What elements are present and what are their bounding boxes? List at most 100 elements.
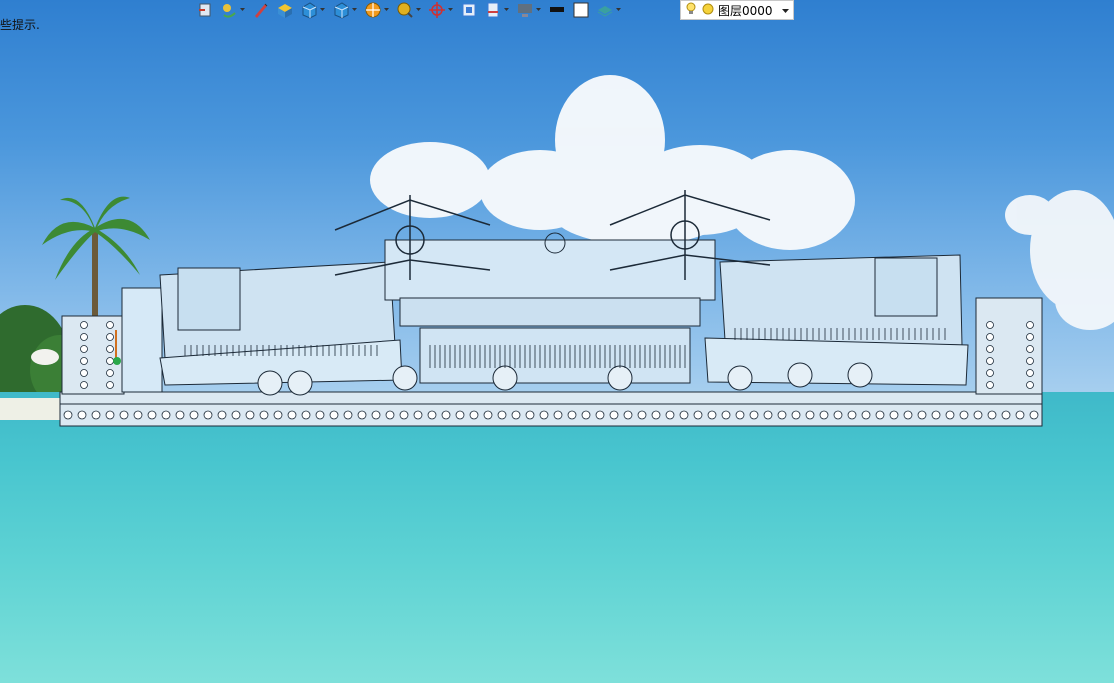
rivet [231, 410, 241, 420]
rivet [987, 410, 997, 420]
black-rect-button[interactable] [548, 1, 566, 19]
rivet [889, 410, 899, 420]
rivet [371, 410, 381, 420]
display-button[interactable] [516, 1, 542, 19]
chevron-down-icon[interactable] [503, 1, 510, 19]
rivet [133, 410, 143, 420]
black-rect-icon [548, 1, 566, 19]
orbit-button[interactable] [220, 1, 246, 19]
rivet [986, 345, 994, 353]
rivet [1026, 369, 1034, 377]
chevron-down-icon[interactable] [447, 1, 454, 19]
rivet [343, 410, 353, 420]
rivet [945, 410, 955, 420]
chevron-down-icon[interactable] [615, 1, 622, 19]
rivet [80, 357, 88, 365]
rivet [63, 410, 73, 420]
rivet [245, 410, 255, 420]
undo-view-button[interactable] [196, 1, 214, 19]
chevron-down-icon[interactable] [535, 1, 542, 19]
view-frame-icon [460, 1, 478, 19]
rivet [427, 410, 437, 420]
rivet [986, 321, 994, 329]
rivet [287, 410, 297, 420]
white-rect-button[interactable] [572, 1, 590, 19]
orbit-icon [220, 1, 238, 19]
rivet [511, 410, 521, 420]
chevron-down-icon[interactable] [415, 1, 422, 19]
rivet [106, 381, 114, 389]
rivet [959, 410, 969, 420]
rivet [567, 410, 577, 420]
chevron-down-icon[interactable] [319, 1, 326, 19]
rivet [413, 410, 423, 420]
rivet [1001, 410, 1011, 420]
command-hint-text: 些提示. [0, 18, 40, 32]
undo-view-icon [196, 1, 214, 19]
ucs-axis-icon [113, 330, 121, 365]
rivet [175, 410, 185, 420]
chevron-down-icon[interactable] [239, 1, 246, 19]
cube-view-button[interactable] [300, 1, 326, 19]
cad-model-locomotive[interactable] [0, 0, 1114, 683]
rivet [469, 410, 479, 420]
rivet [385, 410, 395, 420]
layer-sun-icon[interactable] [701, 2, 715, 19]
crosshair-button[interactable] [428, 1, 454, 19]
crosshair-icon [428, 1, 446, 19]
rivet [1026, 357, 1034, 365]
layers-stack-button[interactable] [596, 1, 622, 19]
lightbulb-icon[interactable] [685, 2, 697, 19]
rivet [147, 410, 157, 420]
rivet [399, 410, 409, 420]
box-face-button[interactable] [276, 1, 294, 19]
rivet [80, 345, 88, 353]
left-coupler-block [121, 287, 163, 393]
view-frame-button[interactable] [460, 1, 478, 19]
rivet [1026, 345, 1034, 353]
rivet [833, 410, 843, 420]
rivet [777, 410, 787, 420]
graphics-viewport[interactable] [0, 0, 1114, 683]
rivet [1015, 410, 1025, 420]
zoom-icon [396, 1, 414, 19]
rivet [1026, 321, 1034, 329]
rivet [1026, 381, 1034, 389]
rivet [917, 410, 927, 420]
rivet [973, 410, 983, 420]
rivet [161, 410, 171, 420]
multi-cube-button[interactable] [332, 1, 358, 19]
rivet [483, 410, 493, 420]
chevron-down-icon[interactable] [782, 3, 789, 17]
rivet [931, 410, 941, 420]
rivet [80, 381, 88, 389]
rivet [721, 410, 731, 420]
rivet [735, 410, 745, 420]
rivet [679, 410, 689, 420]
rivet [749, 410, 759, 420]
rivet [986, 333, 994, 341]
rivet [847, 410, 857, 420]
rivet [329, 410, 339, 420]
rivet [315, 410, 325, 420]
zoom-button[interactable] [396, 1, 422, 19]
rivet [80, 321, 88, 329]
section-button[interactable] [484, 1, 510, 19]
rivet [637, 410, 647, 420]
pencil-button[interactable] [252, 1, 270, 19]
rivet [623, 410, 633, 420]
rivet [203, 410, 213, 420]
multi-cube-icon [332, 1, 350, 19]
rivet [259, 410, 269, 420]
sun-shading-button[interactable] [364, 1, 390, 19]
rivet [791, 410, 801, 420]
rivet [273, 410, 283, 420]
rivet [77, 410, 87, 420]
rivet [553, 410, 563, 420]
layer-dropdown[interactable]: 图层0000 [680, 0, 794, 20]
chevron-down-icon[interactable] [383, 1, 390, 19]
rivet [595, 410, 605, 420]
rivet [455, 410, 465, 420]
chevron-down-icon[interactable] [351, 1, 358, 19]
layer-name: 图层0000 [718, 3, 773, 18]
